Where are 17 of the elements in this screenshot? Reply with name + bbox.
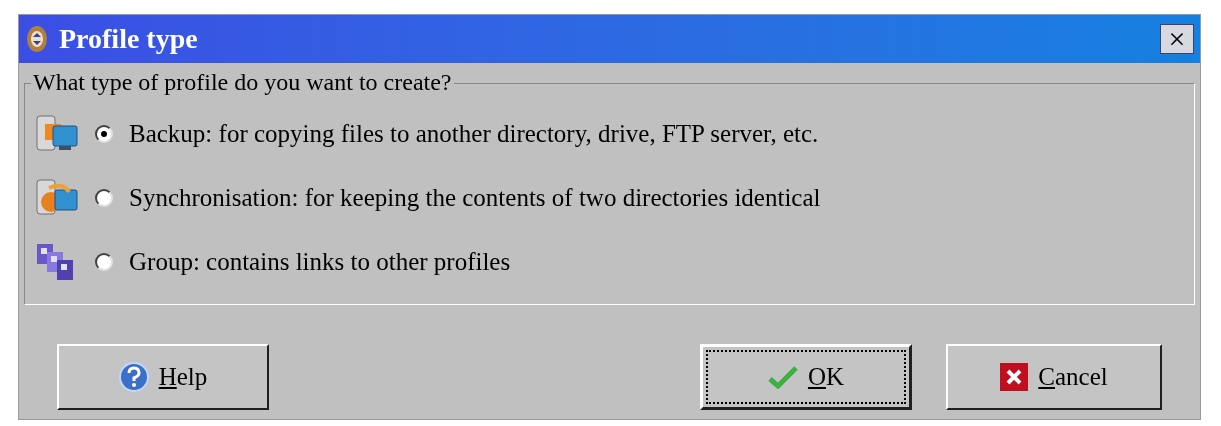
help-icon <box>118 362 149 392</box>
app-icon <box>25 24 49 54</box>
radio-button[interactable] <box>95 253 113 271</box>
sync-computer-icon <box>35 178 79 218</box>
computer-folder-icon <box>35 114 79 154</box>
dialog-button[interactable]: OK <box>700 344 912 410</box>
close-button[interactable]: × <box>1160 24 1194 54</box>
radio-button[interactable] <box>95 189 113 207</box>
option-label[interactable]: Synchronisation: for keeping the contents of two directories identical <box>129 179 821 217</box>
option-label[interactable]: Backup: for copying files to another directory, drive, FTP server, etc. <box>129 115 819 153</box>
close-icon <box>1000 363 1029 391</box>
dialog-button[interactable]: Help <box>57 344 269 410</box>
dialog-button[interactable]: Cancel <box>946 344 1162 410</box>
checkmark-icon <box>767 365 798 389</box>
radio-button[interactable] <box>95 125 113 143</box>
option-label[interactable]: Group: contains links to other profiles <box>129 243 511 281</box>
window-title: Profile type <box>59 22 199 56</box>
